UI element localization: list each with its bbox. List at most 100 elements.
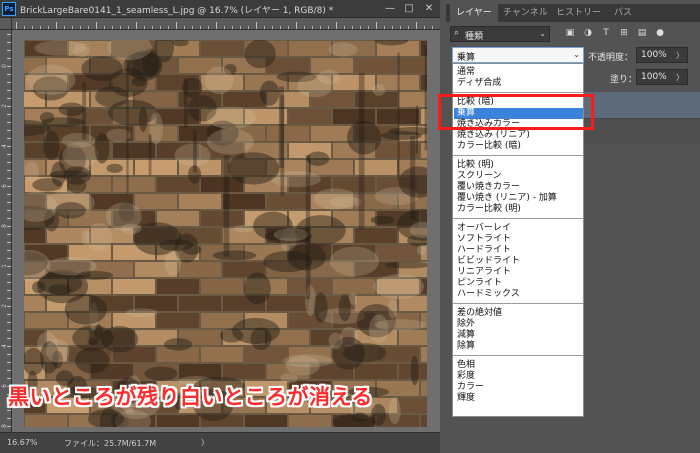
grime-stain [212,250,257,261]
smart-object-filter-icon[interactable]: ▤ [636,27,648,39]
ruler-origin[interactable] [0,18,12,30]
canvas-area [12,30,440,432]
brick [179,296,221,311]
grime-stain [76,270,114,280]
grime-stain [58,102,85,117]
grime-stain [207,128,254,155]
image-filter-icon[interactable]: ▣ [564,27,576,39]
menu-separator [453,218,583,219]
blend-mode-option[interactable]: 減算 [457,330,581,341]
grime-stain [328,42,358,57]
file-size-info: ファイル：25.7M/61.7M [64,439,157,448]
drip-stain [410,136,416,220]
search-icon: ⌕ [454,28,460,38]
grime-stain [233,225,254,233]
brick [311,126,353,141]
grime-stain [220,328,244,343]
grime-stain [338,294,351,322]
layer-row[interactable] [582,118,700,144]
blend-mode-option[interactable]: ビビッドライト [457,256,581,267]
blend-mode-option[interactable]: ピンライト [457,278,581,289]
grime-stain [370,215,395,225]
document-tab-bar: Ps BrickLargeBare0141_1_seamless_L.jpg @… [0,0,440,18]
menu-separator [453,155,583,156]
brick [399,330,427,345]
ruler-number: 0 [1,64,8,68]
blend-mode-value: 乗算 [457,53,476,63]
maximize-button[interactable]: □ [400,2,418,15]
blend-mode-option[interactable]: 彩度 [457,371,581,382]
tab-paths[interactable]: パス [608,4,638,22]
minimize-button[interactable]: — [381,2,399,15]
brick [267,194,309,209]
blend-mode-option[interactable]: 色相 [457,360,581,371]
grime-stain [125,308,158,318]
layer-filter-select[interactable]: ⌕ 種類 ⌄ [450,26,550,42]
brick [245,415,287,427]
blend-mode-option[interactable]: カラー比較 (明) [457,204,581,215]
layer-row-selected[interactable] [582,92,700,118]
blend-mode-option[interactable]: 除外 [457,319,581,330]
brick-texture-canvas[interactable] [24,40,427,427]
blend-mode-option[interactable]: カラー [457,382,581,393]
grime-stain [243,272,271,305]
blend-mode-option[interactable]: 比較 (明) [457,160,581,171]
tab-channels[interactable]: チャンネル [497,4,554,22]
brick [179,262,221,277]
zoom-level[interactable]: 16.67% [7,438,38,447]
grime-stain [34,40,86,56]
brick [24,296,45,311]
ruler-tick [136,22,137,29]
grime-stain [204,66,234,95]
chevron-right-icon: 〉 [676,51,684,60]
blend-mode-option[interactable]: 覆い焼き (リニア) - 加算 [457,193,581,204]
fill-value: 100% [641,72,667,82]
close-button[interactable]: ✕ [420,2,438,15]
drip-stain [126,59,129,193]
grime-stain [106,163,123,174]
blend-mode-option[interactable]: カラー比較 (暗) [457,141,581,152]
status-menu-arrow[interactable]: 〉 [201,437,209,448]
toggle-filter-icon[interactable]: ● [654,27,666,39]
tab-history[interactable]: ヒストリー [550,4,607,22]
ruler-number: 8 [1,424,8,428]
document-title-tab[interactable]: BrickLargeBare0141_1_seamless_L.jpg @ 16… [20,3,333,16]
panel-tab-bar: レイヤー チャンネル ヒストリー パス [446,4,700,22]
blend-mode-option[interactable]: 輝度 [457,393,581,404]
vertical-ruler[interactable]: 0 2 4 6 8 1 2 4 6 8 [0,30,12,432]
type-filter-icon[interactable]: T [600,27,612,39]
blend-mode-option[interactable]: 除算 [457,341,581,352]
grime-stain [263,250,313,273]
tab-layers[interactable]: レイヤー [450,4,498,22]
blend-mode-option[interactable]: 差の絶対値 [457,308,581,319]
adjustment-filter-icon[interactable]: ◑ [582,27,594,39]
shape-filter-icon[interactable]: ⊞ [618,27,630,39]
blend-mode-option[interactable]: リニアライト [457,267,581,278]
ruler-number: 6 [1,184,8,188]
ruler-number: 8 [1,224,8,228]
ruler-tick [176,22,177,29]
ruler-tick [16,22,17,29]
brick [25,415,67,427]
opacity-field[interactable]: 100% 〉 [636,47,688,63]
fill-field[interactable]: 100% 〉 [636,69,688,85]
blend-mode-option[interactable]: 焼き込み (リニア) [457,130,581,141]
blend-mode-option[interactable]: 通常 [457,67,581,78]
blend-mode-option[interactable]: ハードライト [457,245,581,256]
blend-mode-option[interactable]: ディザ合成 [457,78,581,89]
brick [267,126,309,141]
brick [267,296,309,311]
grime-stain [416,244,427,256]
blend-mode-option[interactable]: ソフトライト [457,234,581,245]
blend-mode-option[interactable]: オーバーレイ [457,223,581,234]
horizontal-ruler[interactable] [12,18,440,30]
grime-stain [87,338,99,346]
blend-mode-select[interactable]: 乗算 ⌄ [452,47,584,63]
ruler-tick [216,22,217,29]
blend-mode-option[interactable]: スクリーン [457,171,581,182]
drip-stain [82,82,87,140]
brick [333,279,375,294]
blend-mode-option[interactable]: 覆い焼きカラー [457,182,581,193]
menu-separator [453,92,583,93]
blend-mode-option[interactable]: ハードミックス [457,289,581,300]
